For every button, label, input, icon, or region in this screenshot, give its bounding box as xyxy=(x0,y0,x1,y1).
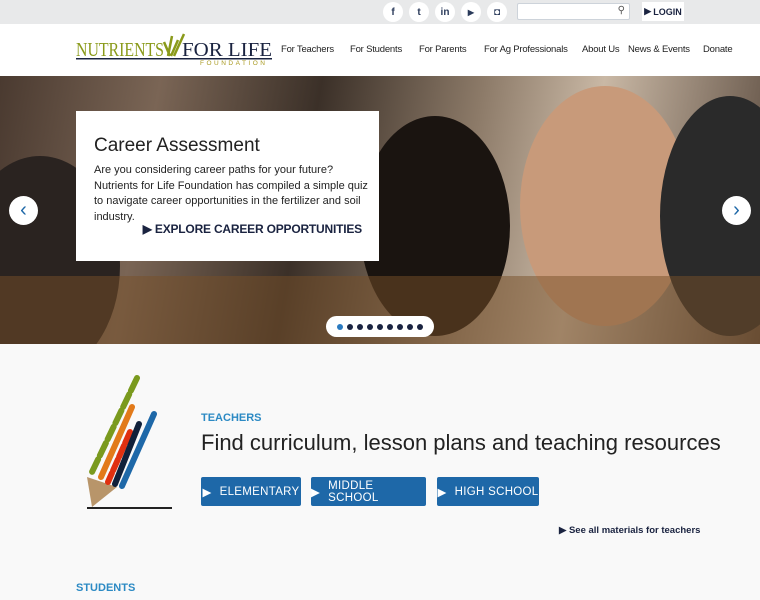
youtube-icon[interactable]: ▶ xyxy=(461,2,481,22)
top-bar: f t in ▶ ◘ ⚲ ▶ LOGIN xyxy=(0,0,760,24)
twitter-icon[interactable]: t xyxy=(409,2,429,22)
search-icon[interactable]: ⚲ xyxy=(618,5,625,16)
svg-text:FOR LIFE: FOR LIFE xyxy=(182,39,272,61)
teachers-label: TEACHERS xyxy=(201,412,262,424)
search-input[interactable]: ⚲ xyxy=(517,3,630,20)
high-school-button[interactable]: ▶ HIGH SCHOOL xyxy=(437,477,539,506)
see-all-teachers-link[interactable]: ▶ See all materials for teachers xyxy=(559,525,700,536)
nav-about-us[interactable]: About Us xyxy=(582,44,620,55)
svg-text:NUTRIENTS: NUTRIENTS xyxy=(76,39,164,61)
nav-news-events[interactable]: News & Events xyxy=(628,44,690,55)
svg-text:FOUNDATION: FOUNDATION xyxy=(200,60,268,66)
explore-career-link[interactable]: ▶ EXPLORE CAREER OPPORTUNITIES xyxy=(143,222,362,236)
pencil-illustration xyxy=(87,375,172,509)
play-icon: ▶ xyxy=(142,222,155,236)
students-label: STUDENTS xyxy=(76,582,136,594)
carousel-dot[interactable] xyxy=(367,323,373,330)
hero-card: Career Assessment Are you considering ca… xyxy=(76,111,379,261)
nav-for-teachers[interactable]: For Teachers xyxy=(281,44,334,55)
carousel-dot[interactable] xyxy=(397,323,403,330)
carousel-dot[interactable] xyxy=(387,323,393,330)
button-label: MIDDLE SCHOOL xyxy=(328,479,379,504)
button-label: HIGH SCHOOL xyxy=(454,485,539,498)
next-slide-button[interactable]: › xyxy=(722,196,751,225)
hero-title: Career Assessment xyxy=(94,135,260,156)
hero-body: Are you considering career paths for you… xyxy=(94,164,368,223)
button-label: ELEMENTARY xyxy=(219,485,300,498)
chevron-left-icon: ‹ xyxy=(20,199,27,221)
elementary-button[interactable]: ▶ ELEMENTARY xyxy=(201,477,301,506)
nav-donate[interactable]: Donate xyxy=(703,44,733,55)
carousel-dots xyxy=(326,316,434,337)
play-icon: ▶ xyxy=(559,525,569,536)
login-label: LOGIN xyxy=(653,6,682,17)
play-icon: ▶ xyxy=(311,486,321,499)
cta-label: EXPLORE CAREER OPPORTUNITIES xyxy=(154,222,362,236)
play-icon: ▶ xyxy=(644,6,652,16)
nav-for-parents[interactable]: For Parents xyxy=(419,44,467,55)
link-label: See all materials for teachers xyxy=(568,525,701,536)
carousel-dot[interactable] xyxy=(357,323,363,330)
nav-for-ag-professionals[interactable]: For Ag Professionals xyxy=(484,44,568,55)
play-icon: ▶ xyxy=(437,486,447,499)
carousel-dot[interactable] xyxy=(407,323,413,330)
carousel-dot[interactable] xyxy=(347,323,353,330)
linkedin-icon[interactable]: in xyxy=(435,2,455,22)
facebook-icon[interactable]: f xyxy=(383,2,403,22)
chevron-right-icon: › xyxy=(733,199,740,221)
carousel-dot[interactable] xyxy=(337,323,343,330)
login-button[interactable]: ▶ LOGIN xyxy=(642,2,684,21)
carousel-dot[interactable] xyxy=(377,323,383,330)
nav-for-students[interactable]: For Students xyxy=(350,44,402,55)
play-icon: ▶ xyxy=(202,486,212,499)
logo-graphic: NUTRIENTS FOR LIFE FOUNDATION xyxy=(76,33,272,67)
carousel-dot[interactable] xyxy=(417,323,423,330)
teachers-headline: Find curriculum, lesson plans and teachi… xyxy=(201,430,721,455)
logo[interactable]: NUTRIENTS FOR LIFE FOUNDATION xyxy=(76,32,272,67)
prev-slide-button[interactable]: ‹ xyxy=(9,196,38,225)
middle-school-button[interactable]: ▶ MIDDLE SCHOOL xyxy=(311,477,426,506)
instagram-icon[interactable]: ◘ xyxy=(487,2,507,22)
